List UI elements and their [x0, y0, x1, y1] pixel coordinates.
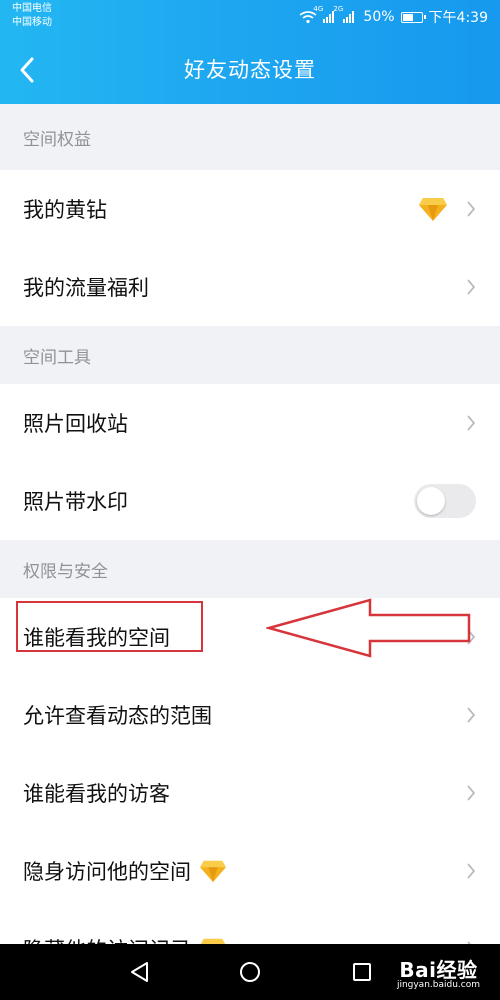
item-label: 允许查看动态的范围 — [23, 704, 212, 728]
annotation-arrow-icon — [266, 598, 471, 658]
item-label: 我的流量福利 — [23, 276, 149, 300]
list-item-stealth-visit[interactable]: 隐身访问他的空间 — [0, 832, 500, 910]
clock: 下午4:39 — [428, 10, 488, 26]
toggle-knob — [417, 487, 445, 515]
chevron-right-icon — [467, 707, 476, 723]
item-label: 照片带水印 — [23, 490, 128, 514]
section-header-space-tools: 空间工具 — [0, 326, 500, 384]
watermark-sub: jingyan.baidu.com — [396, 980, 480, 990]
section-header-permissions-security: 权限与安全 — [0, 540, 500, 598]
watermark-main: Bai经验 — [399, 958, 478, 982]
status-bar: 中国电信 中国移动 4G 2G 50% 下午4:39 — [0, 0, 500, 36]
status-icons: 4G 2G 50% 下午4:39 — [299, 5, 488, 28]
page-title: 好友动态设置 — [184, 58, 316, 82]
section-header-space-benefits: 空间权益 — [0, 104, 500, 170]
recents-square-icon[interactable] — [348, 958, 376, 986]
list-item-yellow-diamond[interactable]: 我的黄钻 — [0, 170, 500, 248]
carrier-2: 中国移动 — [12, 17, 52, 28]
item-label: 谁能看我的访客 — [23, 782, 170, 806]
title-bar: 好友动态设置 — [0, 36, 500, 104]
list-item-who-can-see-my-visitors[interactable]: 谁能看我的访客 — [0, 754, 500, 832]
signal-tag-2g: 2G — [333, 5, 344, 13]
yellow-diamond-icon — [200, 860, 226, 883]
signal-icon: 2G — [333, 5, 357, 23]
chevron-right-icon — [467, 279, 476, 295]
list-item-photo-watermark: 照片带水印 — [0, 462, 500, 540]
chevron-right-icon — [467, 785, 476, 801]
list-item-feed-visibility-range[interactable]: 允许查看动态的范围 — [0, 676, 500, 754]
yellow-diamond-icon — [419, 198, 447, 221]
list-item-traffic-benefits[interactable]: 我的流量福利 — [0, 248, 500, 326]
list-item-photo-recycle-bin[interactable]: 照片回收站 — [0, 384, 500, 462]
navigation-bar: Bai经验 jingyan.baidu.com — [0, 944, 500, 1000]
chevron-right-icon — [467, 201, 476, 217]
back-triangle-icon[interactable] — [126, 958, 154, 986]
list-item-hide-visit-record[interactable]: 隐藏他的访问记录 — [0, 910, 500, 944]
settings-list[interactable]: 空间权益 我的黄钻 我的流量福利 空间工具 照片回收站 照片带水印 权限与安全 — [0, 104, 500, 944]
chevron-right-icon — [467, 415, 476, 431]
item-label: 我的黄钻 — [23, 198, 107, 222]
highlight-box — [16, 601, 203, 652]
signal-tag-4g: 4G — [313, 5, 324, 13]
carrier-info: 中国电信 中国移动 — [12, 2, 52, 30]
watermark-toggle[interactable] — [414, 484, 476, 518]
yellow-diamond-icon — [200, 938, 226, 944]
item-label: 隐藏他的访问记录 — [23, 934, 191, 944]
item-label: 隐身访问他的空间 — [23, 860, 191, 884]
battery-percent: 50% — [363, 9, 395, 25]
battery-icon — [400, 11, 426, 23]
watermark: Bai经验 jingyan.baidu.com — [397, 954, 480, 990]
item-label: 照片回收站 — [23, 412, 128, 436]
carrier-1: 中国电信 — [12, 3, 52, 14]
chevron-right-icon — [467, 863, 476, 879]
app-header: 中国电信 中国移动 4G 2G 50% 下午4:39 好友动态设置 — [0, 0, 500, 104]
home-circle-icon[interactable] — [236, 958, 264, 986]
